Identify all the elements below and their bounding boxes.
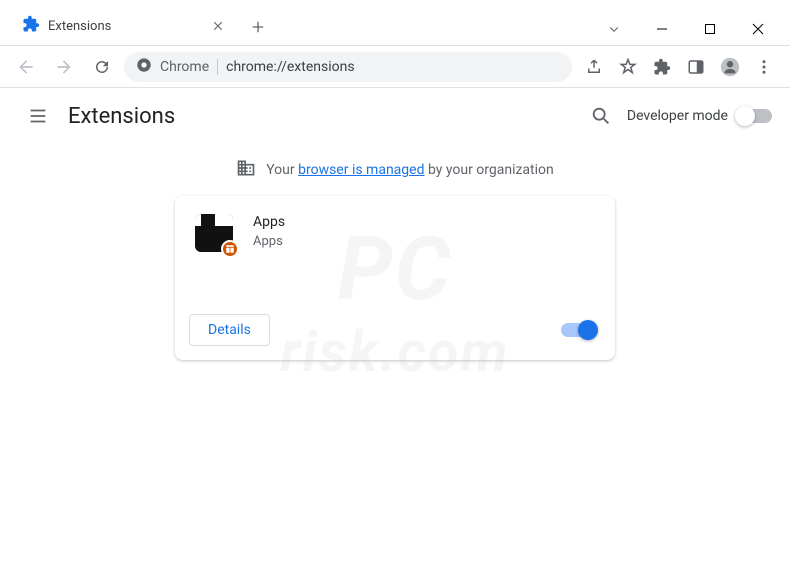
details-button[interactable]: Details [189,314,270,346]
forward-button[interactable] [48,51,80,83]
managed-banner: Your browser is managed by your organiza… [0,144,790,196]
policy-badge-icon [221,240,239,258]
bookmark-star-icon[interactable] [612,51,644,83]
kebab-menu-icon[interactable] [748,51,780,83]
window-minimize-button[interactable] [640,13,684,45]
chevron-down-icon[interactable] [592,13,636,45]
profile-avatar-icon[interactable] [714,51,746,83]
tab-title: Extensions [48,19,202,34]
omnibox-divider [217,59,218,75]
developer-mode-label: Developer mode [627,108,728,124]
building-icon [236,158,256,182]
search-icon[interactable] [581,96,621,136]
extension-puzzle-icon [22,15,40,37]
new-tab-button[interactable] [244,13,272,41]
browser-tab[interactable]: Extensions [8,5,238,45]
reload-button[interactable] [86,51,118,83]
extension-enable-toggle[interactable] [561,323,595,337]
managed-text-pre: Your [266,162,298,178]
developer-mode-toggle[interactable] [738,109,772,123]
window-maximize-button[interactable] [688,13,732,45]
address-bar[interactable]: Chrome chrome://extensions [124,52,572,82]
extensions-icon[interactable] [646,51,678,83]
extension-card: Apps Apps Details [175,196,615,360]
back-button[interactable] [10,51,42,83]
extension-description: Apps [253,234,285,249]
share-icon[interactable] [578,51,610,83]
hamburger-menu-icon[interactable] [18,96,58,136]
omnibox-url: chrome://extensions [226,59,354,75]
close-tab-icon[interactable] [210,18,226,34]
managed-link[interactable]: browser is managed [298,162,424,178]
window-close-button[interactable] [736,13,780,45]
extension-app-icon [195,214,235,254]
side-panel-icon[interactable] [680,51,712,83]
extension-name: Apps [253,214,285,230]
page-title: Extensions [68,104,581,129]
chrome-logo-icon [136,57,152,77]
omnibox-prefix: Chrome [160,59,209,75]
managed-text-post: by your organization [424,162,553,178]
